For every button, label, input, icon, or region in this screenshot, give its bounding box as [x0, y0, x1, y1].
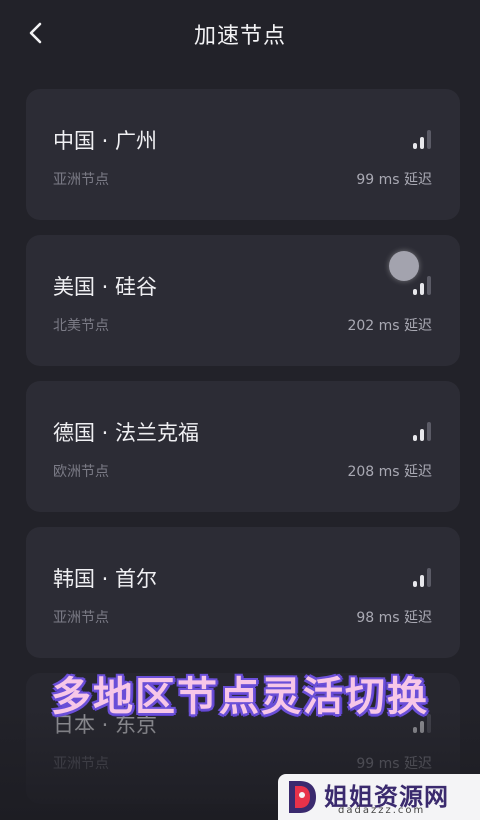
watermark: 姐姐资源网 dadazzz.com — [278, 774, 480, 820]
overlay-caption: 多地区节点灵活切换 — [51, 674, 429, 720]
node-card-guangzhou[interactable]: 中国 · 广州 亚洲节点 99 ms 延迟 — [26, 89, 460, 220]
node-region: 亚洲节点 — [53, 756, 109, 772]
node-card-frankfurt[interactable]: 德国 · 法兰克福 欧洲节点 208 ms 延迟 — [26, 381, 460, 512]
node-name: 德国 · 法兰克福 — [53, 421, 200, 445]
node-latency: 99 ms 延迟 — [356, 756, 432, 772]
node-region: 欧洲节点 — [53, 464, 109, 480]
node-name: 中国 · 广州 — [53, 129, 158, 153]
watermark-domain: dadazzz.com — [338, 805, 426, 816]
signal-strength-icon — [412, 567, 432, 587]
touch-indicator — [389, 251, 419, 281]
node-latency: 208 ms 延迟 — [347, 464, 432, 480]
node-name: 美国 · 硅谷 — [53, 275, 158, 299]
top-bar: 加速节点 — [0, 0, 480, 70]
node-name: 韩国 · 首尔 — [53, 567, 158, 591]
node-card-seoul[interactable]: 韩国 · 首尔 亚洲节点 98 ms 延迟 — [26, 527, 460, 658]
signal-strength-icon — [412, 421, 432, 441]
node-region: 北美节点 — [53, 318, 109, 334]
node-latency: 202 ms 延迟 — [347, 318, 432, 334]
signal-strength-icon — [412, 129, 432, 149]
signal-strength-icon — [412, 275, 432, 295]
node-latency: 99 ms 延迟 — [356, 172, 432, 188]
page-title: 加速节点 — [193, 24, 286, 49]
node-region: 亚洲节点 — [53, 610, 109, 626]
node-region: 亚洲节点 — [53, 172, 109, 188]
watermark-logo-icon — [289, 781, 316, 813]
node-latency: 98 ms 延迟 — [356, 610, 432, 626]
